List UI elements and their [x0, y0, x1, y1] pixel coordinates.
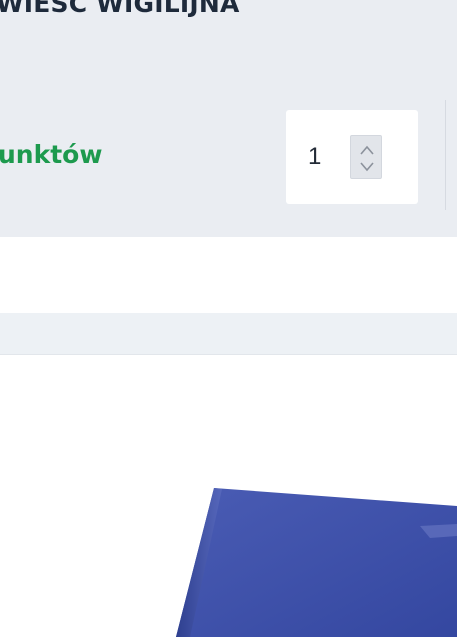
points-label: unktów — [0, 140, 103, 169]
quantity-value[interactable]: 1 — [308, 143, 321, 171]
product-card: WIEŚĆ WIGILIJNA unktów 1 — [0, 0, 457, 237]
quantity-field[interactable]: 1 — [286, 110, 418, 204]
card-divider — [445, 100, 457, 210]
product-image-area — [0, 356, 457, 637]
product-title[interactable]: WIEŚĆ WIGILIJNA — [0, 0, 416, 19]
section-strip — [0, 313, 457, 355]
quantity-stepper[interactable] — [350, 135, 382, 179]
spacer — [0, 237, 457, 313]
up-down-chevron-icon[interactable] — [351, 136, 383, 180]
product-image[interactable] — [0, 356, 457, 637]
